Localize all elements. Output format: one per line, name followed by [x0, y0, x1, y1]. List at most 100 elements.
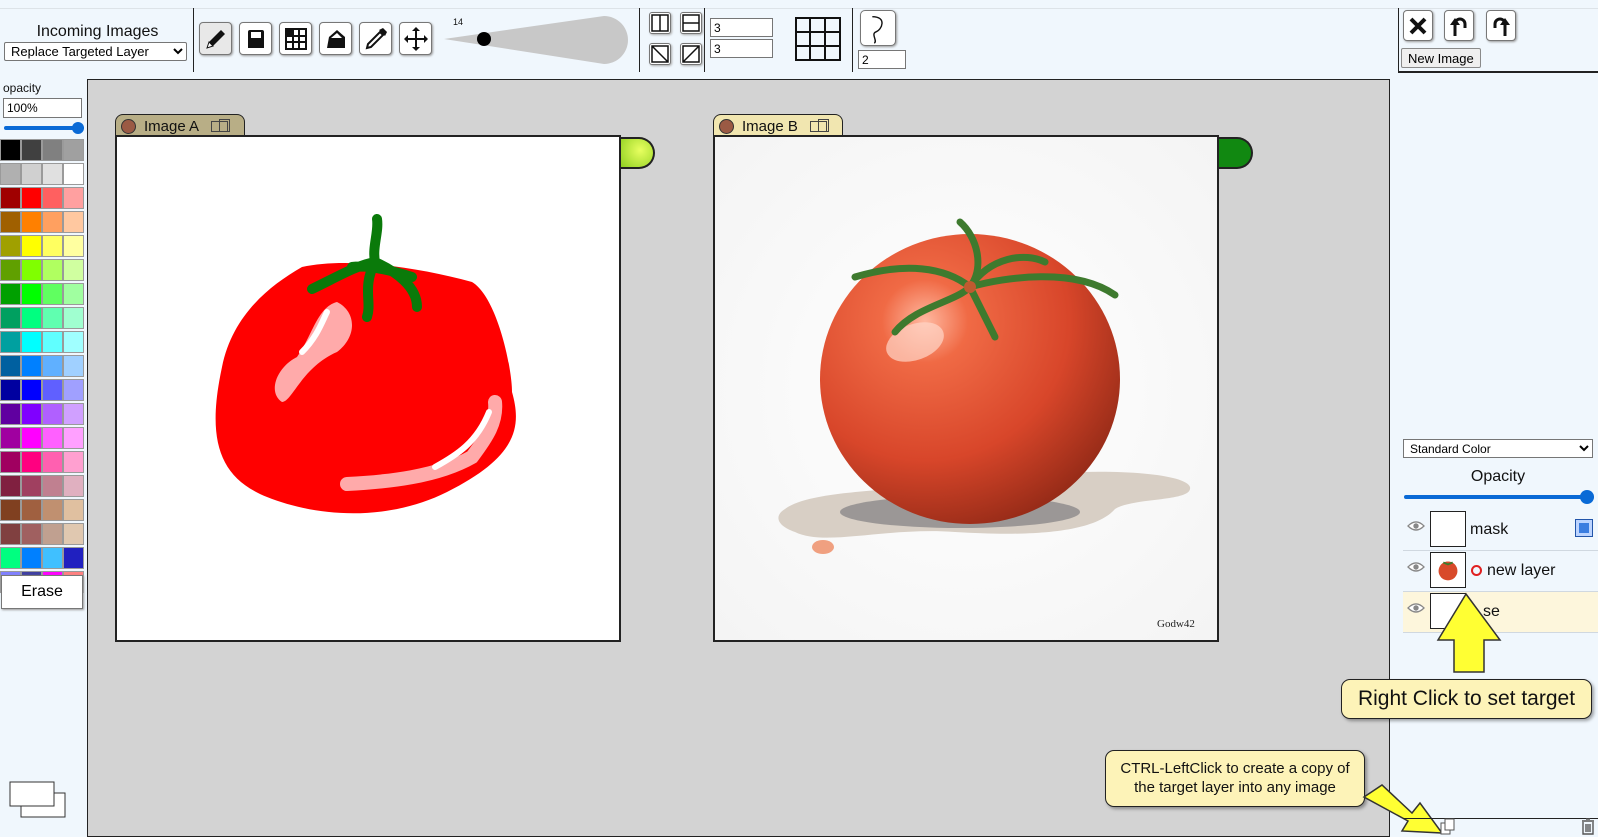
color-swatch[interactable]	[0, 235, 21, 257]
color-swatch[interactable]	[21, 547, 42, 569]
color-swatch[interactable]	[21, 235, 42, 257]
color-swatch[interactable]	[0, 211, 21, 233]
color-swatch[interactable]	[63, 547, 84, 569]
color-swatch[interactable]	[21, 499, 42, 521]
image-a-color-dot[interactable]	[121, 119, 136, 134]
diagonal-down-button[interactable]	[649, 43, 671, 65]
color-swatch[interactable]	[63, 451, 84, 473]
color-swatch[interactable]	[0, 331, 21, 353]
color-swatch[interactable]	[42, 403, 63, 425]
close-image-button[interactable]	[1403, 10, 1433, 41]
color-swatch[interactable]	[0, 475, 21, 497]
color-swatch[interactable]	[0, 379, 21, 401]
color-swatch[interactable]	[42, 163, 63, 185]
diagonal-up-button[interactable]	[680, 43, 702, 65]
color-swatch[interactable]	[42, 139, 63, 161]
smoothing-input[interactable]	[858, 50, 906, 69]
color-swatch[interactable]	[0, 451, 21, 473]
split-vertical-button[interactable]	[649, 12, 671, 34]
color-swatch[interactable]	[42, 523, 63, 545]
color-swatch[interactable]	[21, 451, 42, 473]
color-swatch[interactable]	[0, 355, 21, 377]
image-b-color-dot[interactable]	[719, 119, 734, 134]
color-swatch[interactable]	[21, 403, 42, 425]
color-swatch[interactable]	[0, 139, 21, 161]
color-swatch[interactable]	[21, 283, 42, 305]
color-swatch[interactable]	[42, 259, 63, 281]
color-swatch[interactable]	[42, 211, 63, 233]
grid-columns-input[interactable]	[710, 18, 773, 37]
grid-icon[interactable]	[794, 16, 842, 62]
color-swatch[interactable]	[21, 331, 42, 353]
color-swatch[interactable]	[42, 427, 63, 449]
color-swatch[interactable]	[42, 307, 63, 329]
color-swatch[interactable]	[0, 403, 21, 425]
smoothing-button[interactable]	[860, 10, 896, 46]
color-swatch[interactable]	[63, 331, 84, 353]
color-swatch[interactable]	[21, 163, 42, 185]
layer-row-mask[interactable]: mask	[1403, 510, 1598, 551]
color-swatch[interactable]	[0, 163, 21, 185]
color-swatch[interactable]	[42, 547, 63, 569]
color-swatch[interactable]	[21, 139, 42, 161]
incoming-mode-select[interactable]: Replace Targeted Layer	[4, 42, 187, 61]
copy-layer-icon[interactable]	[1440, 818, 1456, 836]
redo-button[interactable]	[1486, 10, 1516, 41]
color-swatch[interactable]	[0, 547, 21, 569]
duplicate-icon[interactable]	[211, 119, 231, 132]
color-swatch[interactable]	[21, 355, 42, 377]
color-swatch[interactable]	[0, 187, 21, 209]
duplicate-icon[interactable]	[809, 119, 829, 132]
color-swatch[interactable]	[63, 259, 84, 281]
layer-opacity-slider[interactable]	[1404, 490, 1594, 504]
color-swatch[interactable]	[0, 427, 21, 449]
undo-button[interactable]	[1444, 10, 1474, 41]
opacity-slider[interactable]	[4, 122, 84, 134]
image-b-canvas[interactable]: Godw42	[713, 135, 1219, 642]
color-swatch[interactable]	[21, 259, 42, 281]
color-swatch[interactable]	[21, 427, 42, 449]
color-swatch[interactable]	[21, 475, 42, 497]
color-swatch[interactable]	[42, 235, 63, 257]
color-swatch[interactable]	[63, 235, 84, 257]
grid-rows-input[interactable]	[710, 39, 773, 58]
color-swatch[interactable]	[63, 427, 84, 449]
image-a-connector-knob[interactable]	[621, 137, 655, 169]
erase-button[interactable]: Erase	[1, 575, 83, 609]
color-swatch[interactable]	[21, 379, 42, 401]
color-swatch[interactable]	[63, 475, 84, 497]
color-swap-icon[interactable]	[9, 781, 67, 819]
color-swatch[interactable]	[42, 355, 63, 377]
color-swatch[interactable]	[0, 283, 21, 305]
color-swatch[interactable]	[63, 211, 84, 233]
move-tool-button[interactable]	[399, 22, 432, 55]
color-swatch[interactable]	[63, 523, 84, 545]
mask-toggle-icon[interactable]	[1575, 519, 1593, 537]
color-swatch[interactable]	[63, 379, 84, 401]
color-swatch[interactable]	[21, 187, 42, 209]
color-swatch[interactable]	[42, 331, 63, 353]
color-swatch[interactable]	[0, 307, 21, 329]
color-swatch[interactable]	[42, 499, 63, 521]
color-swatch[interactable]	[63, 187, 84, 209]
color-swatch[interactable]	[21, 523, 42, 545]
color-swatch[interactable]	[0, 259, 21, 281]
image-b-connector-knob[interactable]	[1219, 137, 1253, 169]
layer-row-new-layer[interactable]: new layer	[1403, 551, 1598, 592]
opacity-input[interactable]	[3, 98, 82, 118]
color-swatch[interactable]	[63, 355, 84, 377]
color-swatch[interactable]	[42, 187, 63, 209]
brush-size-slider[interactable]	[444, 14, 638, 70]
color-swatch[interactable]	[21, 211, 42, 233]
color-swatch[interactable]	[42, 475, 63, 497]
color-swatch[interactable]	[21, 307, 42, 329]
split-horizontal-button[interactable]	[680, 12, 702, 34]
color-swatch[interactable]	[63, 139, 84, 161]
color-swatch[interactable]	[0, 523, 21, 545]
eye-icon[interactable]	[1407, 520, 1425, 532]
image-a-canvas[interactable]	[115, 135, 621, 642]
color-swatch[interactable]	[63, 307, 84, 329]
color-swatch[interactable]	[63, 283, 84, 305]
trash-icon[interactable]	[1580, 818, 1596, 836]
new-image-button[interactable]: New Image	[1401, 48, 1481, 68]
